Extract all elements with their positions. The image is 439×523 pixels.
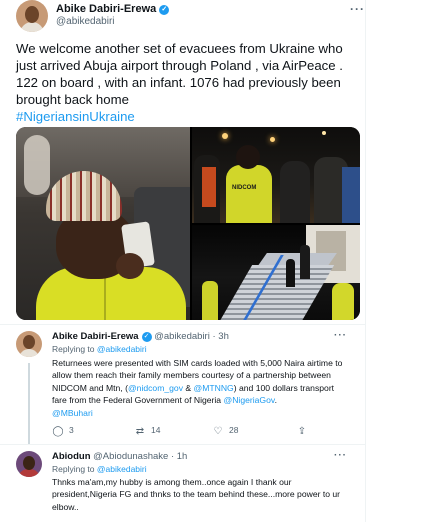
author-name[interactable]: Abike Dabiri-Erewa ✓ — [56, 3, 170, 15]
reply-text: Returnees were presented with SIM cards … — [52, 357, 350, 419]
replying-to-handle[interactable]: @abikedabiri — [97, 464, 147, 474]
reply-author-line: Abiodun @Abiodunashake · 1h — [52, 451, 187, 462]
replying-to-label: Replying to — [52, 344, 95, 354]
yellow-vest — [332, 283, 354, 320]
more-options-icon[interactable]: ··· — [350, 2, 365, 16]
reply-icon: ◯ — [52, 426, 64, 437]
tweet-thread: Abike Dabiri-Erewa ✓ @abikedabiri ··· We … — [0, 0, 366, 522]
avatar-body — [20, 22, 44, 32]
mention-link[interactable]: @MBuhari — [52, 408, 93, 418]
author-handle[interactable]: @abikedabiri — [56, 16, 115, 27]
replying-to-label: Replying to — [52, 464, 95, 474]
person-on-stairs — [286, 259, 295, 287]
separator: · — [170, 451, 175, 462]
passenger-hand — [116, 253, 144, 279]
reply-author-line: Abike Dabiri-Erewa ✓ @abikedabiri · 3h — [52, 331, 229, 342]
person-on-stairs — [300, 245, 310, 279]
retweet-button[interactable]: ⇄ 14 — [134, 425, 161, 437]
tweet-body: We welcome another set of evacuees from … — [16, 41, 343, 107]
vest-label: NIDCOM — [232, 185, 257, 191]
avatar[interactable] — [16, 0, 48, 32]
vest-strap — [104, 277, 106, 320]
main-tweet-header: Abike Dabiri-Erewa ✓ @abikedabiri ··· — [16, 0, 364, 34]
tweet-text: We welcome another set of evacuees from … — [16, 40, 356, 125]
more-options-icon[interactable]: ··· — [334, 450, 347, 461]
avatar-face — [25, 6, 39, 23]
retweet-icon: ⇄ — [135, 426, 145, 437]
more-options-icon[interactable]: ··· — [334, 330, 347, 341]
like-count: 28 — [229, 425, 239, 435]
thread-connector-line — [28, 363, 30, 445]
light-spot — [322, 131, 326, 135]
reply-actions: ◯ 3 ⇄ 14 ♡ 28 ⇪ — [52, 425, 352, 439]
reply-author-handle[interactable]: @Abiodunashake — [93, 451, 168, 462]
blue-clothing — [342, 167, 360, 223]
yellow-vest — [226, 165, 272, 223]
verified-badge-icon: ✓ — [159, 5, 170, 15]
reply-text: Thnks ma'am,my hubby is among them..once… — [52, 477, 341, 512]
reply-count: 3 — [69, 425, 74, 435]
separator: · — [212, 331, 216, 342]
retweet-count: 14 — [151, 425, 161, 435]
reply-timestamp[interactable]: 1h — [177, 451, 188, 462]
like-icon: ♡ — [213, 426, 223, 437]
mention-link[interactable]: @nidcom_gov — [128, 383, 183, 393]
reply-timestamp[interactable]: 3h — [218, 331, 229, 342]
replying-to-handle[interactable]: @abikedabiri — [97, 344, 147, 354]
media-photo-passenger[interactable] — [16, 127, 190, 320]
light-spot — [222, 133, 228, 139]
reply-button[interactable]: ◯ 3 — [52, 425, 74, 437]
share-button[interactable]: ⇪ — [296, 425, 313, 437]
reply-author-name[interactable]: Abiodun — [52, 451, 91, 462]
like-button[interactable]: ♡ 28 — [212, 425, 239, 437]
avatar-body — [18, 469, 40, 477]
cabin-window — [24, 135, 50, 195]
avatar[interactable] — [16, 331, 42, 357]
replying-to: Replying to @abikedabiri — [52, 464, 147, 474]
media-photo-officials[interactable]: NIDCOM — [192, 127, 360, 223]
person-head — [236, 145, 260, 169]
avatar-face — [23, 456, 35, 470]
share-icon: ⇪ — [297, 426, 307, 437]
stair-steps — [219, 265, 335, 320]
reply-author-handle[interactable]: @abikedabiri — [154, 331, 210, 342]
yellow-vest — [202, 281, 218, 320]
mention-link[interactable]: @MTNNG — [194, 383, 234, 393]
media-photo-airplane-stairs[interactable] — [192, 225, 360, 320]
person-silhouette — [280, 161, 310, 223]
reply-tweet[interactable]: Abiodun @Abiodunashake · 1h ··· Replying… — [0, 444, 365, 523]
avatar[interactable] — [16, 451, 42, 477]
author-name-text[interactable]: Abike Dabiri-Erewa — [56, 3, 156, 15]
light-spot — [270, 137, 275, 142]
verified-badge-icon: ✓ — [141, 332, 152, 342]
avatar-body — [19, 349, 39, 357]
reply-text-c: . — [274, 395, 277, 406]
orange-clothing — [202, 167, 216, 207]
right-gutter — [366, 0, 439, 522]
reply-author-name[interactable]: Abike Dabiri-Erewa — [52, 331, 139, 342]
tweet-media-grid[interactable]: NIDCOM — [16, 127, 360, 320]
mention-link[interactable]: @NigeriaGov — [223, 395, 274, 405]
reply-tweet[interactable]: Abike Dabiri-Erewa ✓ @abikedabiri · 3h ··… — [0, 324, 365, 445]
replying-to: Replying to @abikedabiri — [52, 344, 147, 354]
avatar-face — [23, 335, 35, 349]
reply-text-amp: & — [183, 382, 194, 393]
hashtag-link[interactable]: #NigeriansinUkraine — [16, 109, 135, 124]
